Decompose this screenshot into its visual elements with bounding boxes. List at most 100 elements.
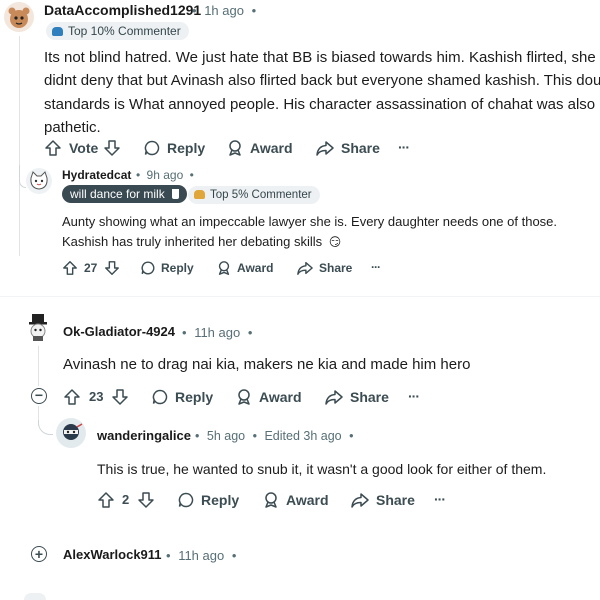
comment-line: didnt deny that but Avinash also flirted… (44, 72, 600, 90)
share-button[interactable]: Share (315, 138, 380, 158)
downvote-icon (112, 389, 128, 405)
downvote-button[interactable] (137, 490, 155, 510)
award-button[interactable]: Award (235, 387, 302, 407)
collapse-thread-button[interactable]: − (31, 388, 47, 404)
flair-label: Top 5% Commenter (210, 189, 312, 201)
avatar[interactable] (4, 2, 34, 32)
downvote-icon (105, 261, 119, 275)
next-comment-avatar-partial (24, 593, 46, 600)
separator: • (195, 429, 200, 443)
upvote-icon (98, 492, 114, 508)
user-flair: will dance for milk (62, 185, 188, 203)
avatar[interactable] (56, 418, 86, 448)
award-label: Award (259, 389, 302, 405)
award-button[interactable]: Award (216, 259, 273, 277)
expand-thread-button[interactable]: + (31, 546, 47, 562)
comment-time[interactable]: 9h ago (147, 168, 184, 182)
more-button[interactable]: ··· (408, 388, 420, 404)
flair-label: Top 10% Commenter (68, 24, 181, 38)
upvote-button[interactable] (97, 490, 115, 510)
comment-time[interactable]: 5h ago (207, 429, 245, 443)
comment-line: pathetic. (44, 119, 101, 137)
reply-button[interactable]: Reply (177, 490, 239, 510)
avatar-snoo-icon (8, 7, 30, 28)
downvote-icon (138, 492, 154, 508)
comment-time[interactable]: 11h ago (194, 325, 240, 340)
comment-time[interactable]: 11h ago (178, 548, 224, 563)
share-arrow-icon (351, 493, 369, 508)
comment-meta: • 11h ago • (182, 325, 252, 340)
user-flair-label: will dance for milk (70, 187, 165, 201)
downvote-icon (104, 140, 120, 156)
share-label: Share (376, 492, 415, 508)
expand-symbol: + (34, 545, 44, 562)
upvote-icon (64, 389, 80, 405)
share-button[interactable]: Share (350, 490, 415, 510)
avatar-cat-icon (30, 171, 48, 190)
avatar-ninja-icon (58, 420, 84, 446)
thread-line[interactable] (38, 346, 39, 386)
separator: • (166, 548, 171, 563)
separator: • (189, 168, 194, 182)
comment-author[interactable]: Ok-Gladiator-4924 (63, 324, 175, 339)
top-commenter-flair: Top 10% Commenter (46, 22, 189, 40)
separator: • (182, 325, 187, 340)
more-button[interactable]: ··· (434, 491, 446, 507)
upvote-button[interactable] (44, 138, 62, 158)
avatar-top-hat-icon (29, 314, 47, 341)
upvote-icon (63, 261, 77, 275)
separator: • (349, 429, 354, 443)
flair-icon (52, 27, 63, 36)
reply-label: Reply (167, 140, 206, 156)
flair-icon (194, 190, 205, 199)
reply-button[interactable]: Reply (151, 387, 213, 407)
reply-button[interactable]: Reply (143, 138, 205, 158)
share-button[interactable]: Share (324, 387, 389, 407)
share-label: Share (350, 389, 389, 405)
comment-meta: • 1h ago • (192, 3, 256, 18)
comment-body: Avinash ne to drag nai kia, makers ne ki… (63, 356, 471, 373)
share-label: Share (319, 261, 353, 275)
comment-author[interactable]: AlexWarlock911 (63, 547, 162, 562)
comment-body: This is true, he wanted to snub it, it w… (97, 461, 547, 477)
reply-bubble-icon (141, 261, 155, 275)
reply-bubble-icon (144, 140, 160, 156)
award-button[interactable]: Award (226, 138, 293, 158)
reply-button[interactable]: Reply (140, 259, 194, 277)
downvote-button[interactable] (104, 259, 120, 277)
award-icon (229, 140, 241, 156)
upvote-button[interactable] (63, 387, 81, 407)
vote-count: 2 (122, 492, 130, 507)
collapse-symbol: − (34, 387, 44, 403)
award-label: Award (286, 492, 329, 508)
separator: • (231, 548, 237, 563)
award-button[interactable]: Award (262, 490, 329, 510)
comment-time[interactable]: 1h ago (204, 3, 244, 18)
award-icon (218, 261, 230, 275)
share-arrow-icon (316, 141, 334, 156)
comment-meta: • 9h ago • (136, 168, 194, 182)
avatar[interactable] (26, 168, 52, 194)
share-button[interactable]: Share (296, 259, 352, 277)
more-button[interactable]: ··· (371, 260, 381, 274)
separator: • (192, 3, 197, 18)
downvote-button[interactable] (103, 138, 121, 158)
comment-meta: • 5h ago • Edited 3h ago • (195, 429, 354, 443)
vote-count: 23 (89, 389, 104, 404)
top-commenter-flair: Top 5% Commenter (188, 186, 320, 204)
reply-label: Reply (175, 389, 214, 405)
upvote-button[interactable] (62, 259, 78, 277)
more-button[interactable]: ··· (398, 139, 410, 155)
avatar[interactable] (23, 312, 53, 342)
comment-author[interactable]: Hydratedcat (62, 168, 131, 182)
downvote-button[interactable] (111, 387, 129, 407)
thread-connector (38, 420, 53, 435)
award-label: Award (250, 140, 293, 156)
comment-author[interactable]: wanderingalice (97, 428, 191, 443)
comment-author[interactable]: DataAccomplished1291 (44, 2, 201, 18)
share-arrow-icon (297, 261, 313, 275)
reply-bubble-icon (152, 389, 168, 405)
thread-line[interactable] (19, 36, 20, 256)
comment-line: standards is What annoyed people. His ch… (44, 95, 596, 113)
share-label: Share (341, 140, 380, 156)
